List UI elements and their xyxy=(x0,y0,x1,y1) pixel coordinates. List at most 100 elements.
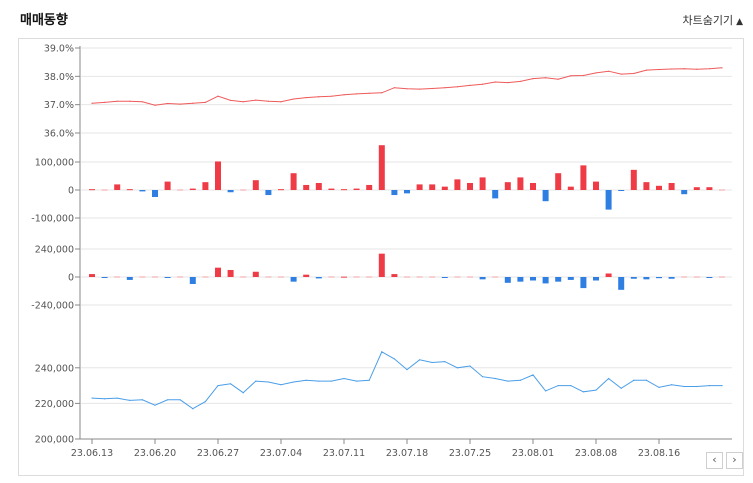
price-line-point xyxy=(217,385,219,387)
price-line-point xyxy=(204,401,206,403)
volume2-bar xyxy=(391,274,398,277)
ratio-line xyxy=(91,67,723,106)
volume2-bar xyxy=(643,277,650,280)
volume2-bar xyxy=(177,276,184,278)
volume1-bar xyxy=(618,190,625,191)
volume1-bar xyxy=(366,184,373,190)
volume1-bar xyxy=(215,161,221,190)
x-tick-label: 23.06.13 xyxy=(71,448,113,459)
price-line-point xyxy=(267,381,269,383)
price-line-point xyxy=(557,385,559,387)
price-line-point xyxy=(431,361,433,364)
ratio-line-point xyxy=(721,67,723,69)
volume1-bar xyxy=(202,182,209,190)
price-line-point xyxy=(230,383,232,385)
volume2-bar xyxy=(341,276,347,278)
ratio-line-point xyxy=(217,95,219,97)
volume2-bar xyxy=(719,276,725,278)
y-tick-label: 37.0% xyxy=(44,100,74,111)
volume2-bar xyxy=(416,276,423,278)
y-tick-label: 100,000 xyxy=(35,158,74,169)
price-line-point xyxy=(645,379,648,381)
ratio-line-point xyxy=(608,70,610,72)
ratio-line-point xyxy=(582,74,585,77)
volume2-bar xyxy=(303,274,310,277)
volume1-bar xyxy=(656,185,662,190)
y-tick-label: 240,000 xyxy=(35,363,74,374)
volume2-bar xyxy=(542,277,549,284)
ratio-line-point xyxy=(482,83,484,85)
x-tick-label: 23.07.11 xyxy=(323,448,365,459)
volume2-bar xyxy=(593,277,599,281)
price-line-point xyxy=(293,381,295,383)
price-line-point xyxy=(582,391,585,393)
volume1-bar xyxy=(517,177,524,190)
y-tick-label: 39.0% xyxy=(44,44,74,55)
ratio-line-point xyxy=(179,103,181,105)
ratio-line-point xyxy=(293,98,295,100)
volume2-bar xyxy=(492,276,499,278)
ratio-line-point xyxy=(230,99,232,102)
volume1-bar xyxy=(668,183,675,190)
volume1-bar xyxy=(441,186,448,190)
price-line-point xyxy=(456,367,458,369)
ratio-line-point xyxy=(368,92,370,94)
y-tick-label: 200,000 xyxy=(35,435,74,446)
next-page-button[interactable]: › xyxy=(726,452,743,469)
price-line-point xyxy=(683,385,685,388)
ratio-line-point xyxy=(305,96,307,99)
ratio-line-point xyxy=(406,88,408,90)
ratio-line-point xyxy=(393,87,395,89)
ratio-line-point xyxy=(267,100,269,102)
ratio-line-point xyxy=(154,104,156,106)
ratio-line-point xyxy=(167,102,169,105)
ratio-line-point xyxy=(419,88,421,90)
volume1-bar xyxy=(240,189,247,191)
ratio-line-point xyxy=(507,81,509,84)
volume2-bar xyxy=(265,276,272,278)
volume2-bar xyxy=(706,277,713,278)
volume1-bar xyxy=(467,183,473,190)
price-line-point xyxy=(242,392,244,394)
volume2-bar xyxy=(404,276,410,278)
ratio-line-point xyxy=(645,69,648,71)
volume2-bar xyxy=(441,277,448,278)
x-tick-label: 23.08.01 xyxy=(512,448,554,459)
volume2-bar xyxy=(139,276,146,278)
volume1-bar xyxy=(252,180,259,190)
price-line-point xyxy=(532,374,534,376)
volume1-bar xyxy=(593,181,599,190)
volume2-bar xyxy=(530,277,536,281)
x-tick-label: 23.07.18 xyxy=(386,448,428,459)
x-tick-label: 23.08.08 xyxy=(575,448,617,459)
ratio-line-point xyxy=(532,78,534,80)
volume2-bar xyxy=(618,277,625,290)
x-tick-label: 23.07.04 xyxy=(260,448,302,459)
ratio-line-point xyxy=(192,102,194,104)
volume1-bar xyxy=(89,189,95,191)
volume2-bar xyxy=(580,277,587,289)
volume2-bar xyxy=(454,276,461,278)
ratio-line-point xyxy=(494,81,496,83)
y-tick-label: -100,000 xyxy=(31,214,74,225)
ratio-line-point xyxy=(557,78,559,80)
ratio-line-point xyxy=(683,68,685,70)
volume1-bar xyxy=(189,188,196,190)
price-line-point xyxy=(494,377,496,380)
x-tick-label: 23.06.20 xyxy=(134,448,176,459)
volume2-bar xyxy=(517,277,524,282)
volume2-bar xyxy=(328,276,335,278)
volume2-bar xyxy=(89,274,95,277)
price-line-point xyxy=(116,397,118,399)
volume2-bar xyxy=(567,277,574,280)
volume2-bar xyxy=(693,276,700,278)
volume2-bar xyxy=(290,277,297,282)
volume2-bar xyxy=(315,277,322,279)
volume1-bar xyxy=(492,190,499,199)
price-line-point xyxy=(721,385,723,387)
price-line-point xyxy=(368,379,370,381)
ratio-line-point xyxy=(620,73,622,75)
prev-page-button[interactable]: ‹ xyxy=(706,452,723,469)
volume2-bar xyxy=(164,277,171,278)
volume1-bar xyxy=(152,190,158,197)
